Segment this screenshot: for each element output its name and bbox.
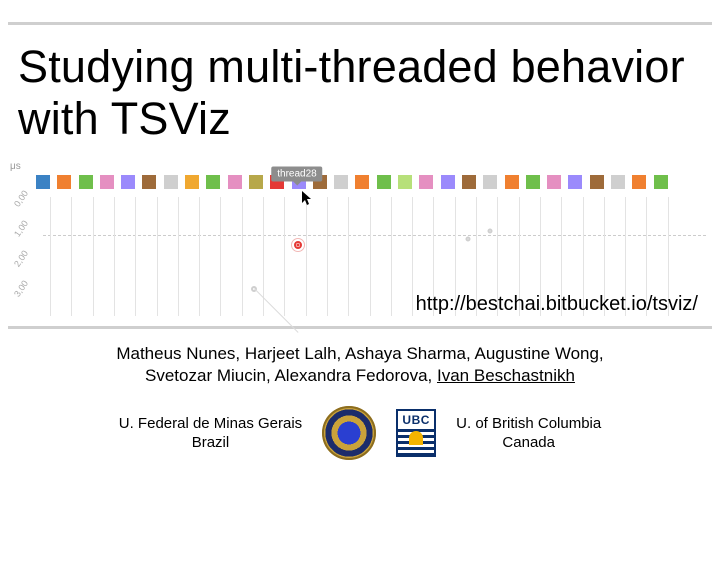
thread-swatch[interactable] (36, 175, 50, 189)
track-line (391, 197, 392, 316)
event-dot[interactable] (488, 228, 493, 233)
track-line (327, 197, 328, 316)
thread-swatch[interactable] (334, 175, 348, 189)
thread-swatch[interactable] (228, 175, 242, 189)
track-line (157, 197, 158, 316)
track-line (242, 197, 243, 316)
track-line (199, 197, 200, 316)
affil-left: U. Federal de Minas Gerais Brazil (119, 414, 302, 453)
track-line (71, 197, 72, 316)
thread-swatch[interactable] (462, 175, 476, 189)
track-line (178, 197, 179, 316)
yaxis-unit-label: μs (10, 161, 21, 172)
track-line (370, 197, 371, 316)
thread-swatch[interactable] (568, 175, 582, 189)
thread-swatch[interactable] (419, 175, 433, 189)
project-url[interactable]: http://bestchai.bitbucket.io/tsviz/ (416, 293, 698, 316)
presenter-name: Ivan Beschastnikh (437, 366, 575, 385)
ytick-1: 1,00 (12, 218, 30, 238)
thread-swatch[interactable] (398, 175, 412, 189)
thread-swatch[interactable] (206, 175, 220, 189)
track-line (412, 197, 413, 316)
track-line (93, 197, 94, 316)
track-line (114, 197, 115, 316)
thread-swatch[interactable] (526, 175, 540, 189)
thread-swatch[interactable] (249, 175, 263, 189)
thread-swatch[interactable] (654, 175, 668, 189)
thread-swatch[interactable] (79, 175, 93, 189)
thread-swatch[interactable] (377, 175, 391, 189)
slide-title: Studying multi-threaded behavior with TS… (0, 25, 720, 159)
affiliations-row: U. Federal de Minas Gerais Brazil UBC U.… (0, 398, 720, 460)
ubc-logo: UBC (396, 409, 436, 457)
thread-swatch[interactable] (483, 175, 497, 189)
thread-swatch[interactable] (632, 175, 646, 189)
track-line (306, 197, 307, 316)
authors-line-1: Matheus Nunes, Harjeet Lalh, Ashaya Shar… (28, 343, 692, 366)
track-line (135, 197, 136, 316)
ytick-3: 3,00 (12, 278, 30, 298)
authors-line-2: Svetozar Miucin, Alexandra Fedorova, Iva… (28, 365, 692, 388)
authors-block: Matheus Nunes, Harjeet Lalh, Ashaya Shar… (0, 329, 720, 399)
thread-swatch[interactable] (547, 175, 561, 189)
thread-swatch[interactable] (164, 175, 178, 189)
thread-swatch[interactable] (611, 175, 625, 189)
thread-swatch[interactable] (185, 175, 199, 189)
track-line (50, 197, 51, 316)
track-line (220, 197, 221, 316)
thread-swatch[interactable] (57, 175, 71, 189)
thread-swatch-row (36, 175, 706, 189)
thread-tooltip: thread28 (271, 166, 322, 181)
thread-swatch[interactable] (441, 175, 455, 189)
thread-swatch[interactable] (142, 175, 156, 189)
ytick-2: 2,00 (12, 248, 30, 268)
tsviz-timeline: μs 0,00 1,00 2,00 3,00 thread28 http://b… (8, 159, 712, 329)
track-line (348, 197, 349, 316)
ufmg-logo (322, 406, 376, 460)
thread-swatch[interactable] (355, 175, 369, 189)
cursor-icon (302, 191, 314, 207)
ytick-0: 0,00 (12, 188, 30, 208)
selected-event-dot[interactable] (294, 241, 302, 249)
affil-right: U. of British Columbia Canada (456, 414, 601, 453)
thread-swatch[interactable] (590, 175, 604, 189)
thread-swatch[interactable] (505, 175, 519, 189)
thread-swatch[interactable] (121, 175, 135, 189)
thread-swatch[interactable] (100, 175, 114, 189)
event-dot[interactable] (466, 236, 471, 241)
track-line (284, 197, 285, 316)
